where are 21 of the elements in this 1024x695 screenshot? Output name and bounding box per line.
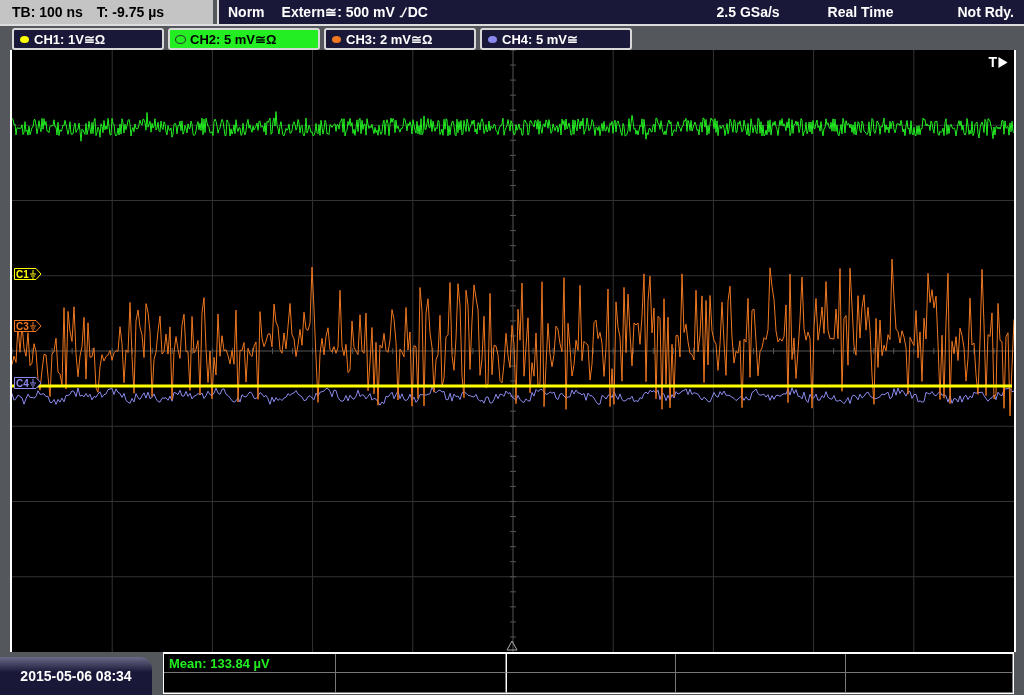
channel-tab[interactable]: CH4: 5 mV≅ bbox=[480, 28, 632, 50]
channel-tab[interactable]: CH3: 2 mV≅Ω bbox=[324, 28, 476, 50]
trigger-position-label: T bbox=[988, 54, 997, 70]
sample-rate-text: 2.5 GSa/s bbox=[716, 4, 780, 20]
trigger-mode-text: Norm bbox=[228, 4, 265, 20]
rising-edge-icon bbox=[398, 6, 408, 18]
triangle-icon bbox=[506, 640, 518, 651]
channel-tab[interactable]: CH2: 5 mV≅Ω bbox=[168, 28, 320, 50]
measurement-text: Mean: 133.84 µV bbox=[168, 656, 270, 671]
timebase-text: TB: 100 ns bbox=[12, 4, 83, 20]
acquisition-mode-text: Real Time bbox=[827, 4, 894, 20]
trigger-source-text: Extern≅: 500 mV bbox=[281, 4, 395, 20]
channel-tab[interactable]: CH1: 1V≅Ω bbox=[12, 28, 164, 50]
channel-marker[interactable]: C1 bbox=[14, 268, 42, 280]
channel-marker[interactable]: C3 bbox=[14, 320, 42, 332]
date-time-text: 2015-05-06 08:34 bbox=[0, 657, 152, 695]
triangle-icon bbox=[998, 56, 1008, 68]
channel-marker[interactable]: C4 bbox=[14, 377, 42, 389]
coupling-text: DC bbox=[407, 4, 428, 20]
trigger-time-text: T: -9.75 µs bbox=[96, 4, 165, 20]
status-text: Not Rdy. bbox=[957, 4, 1014, 20]
